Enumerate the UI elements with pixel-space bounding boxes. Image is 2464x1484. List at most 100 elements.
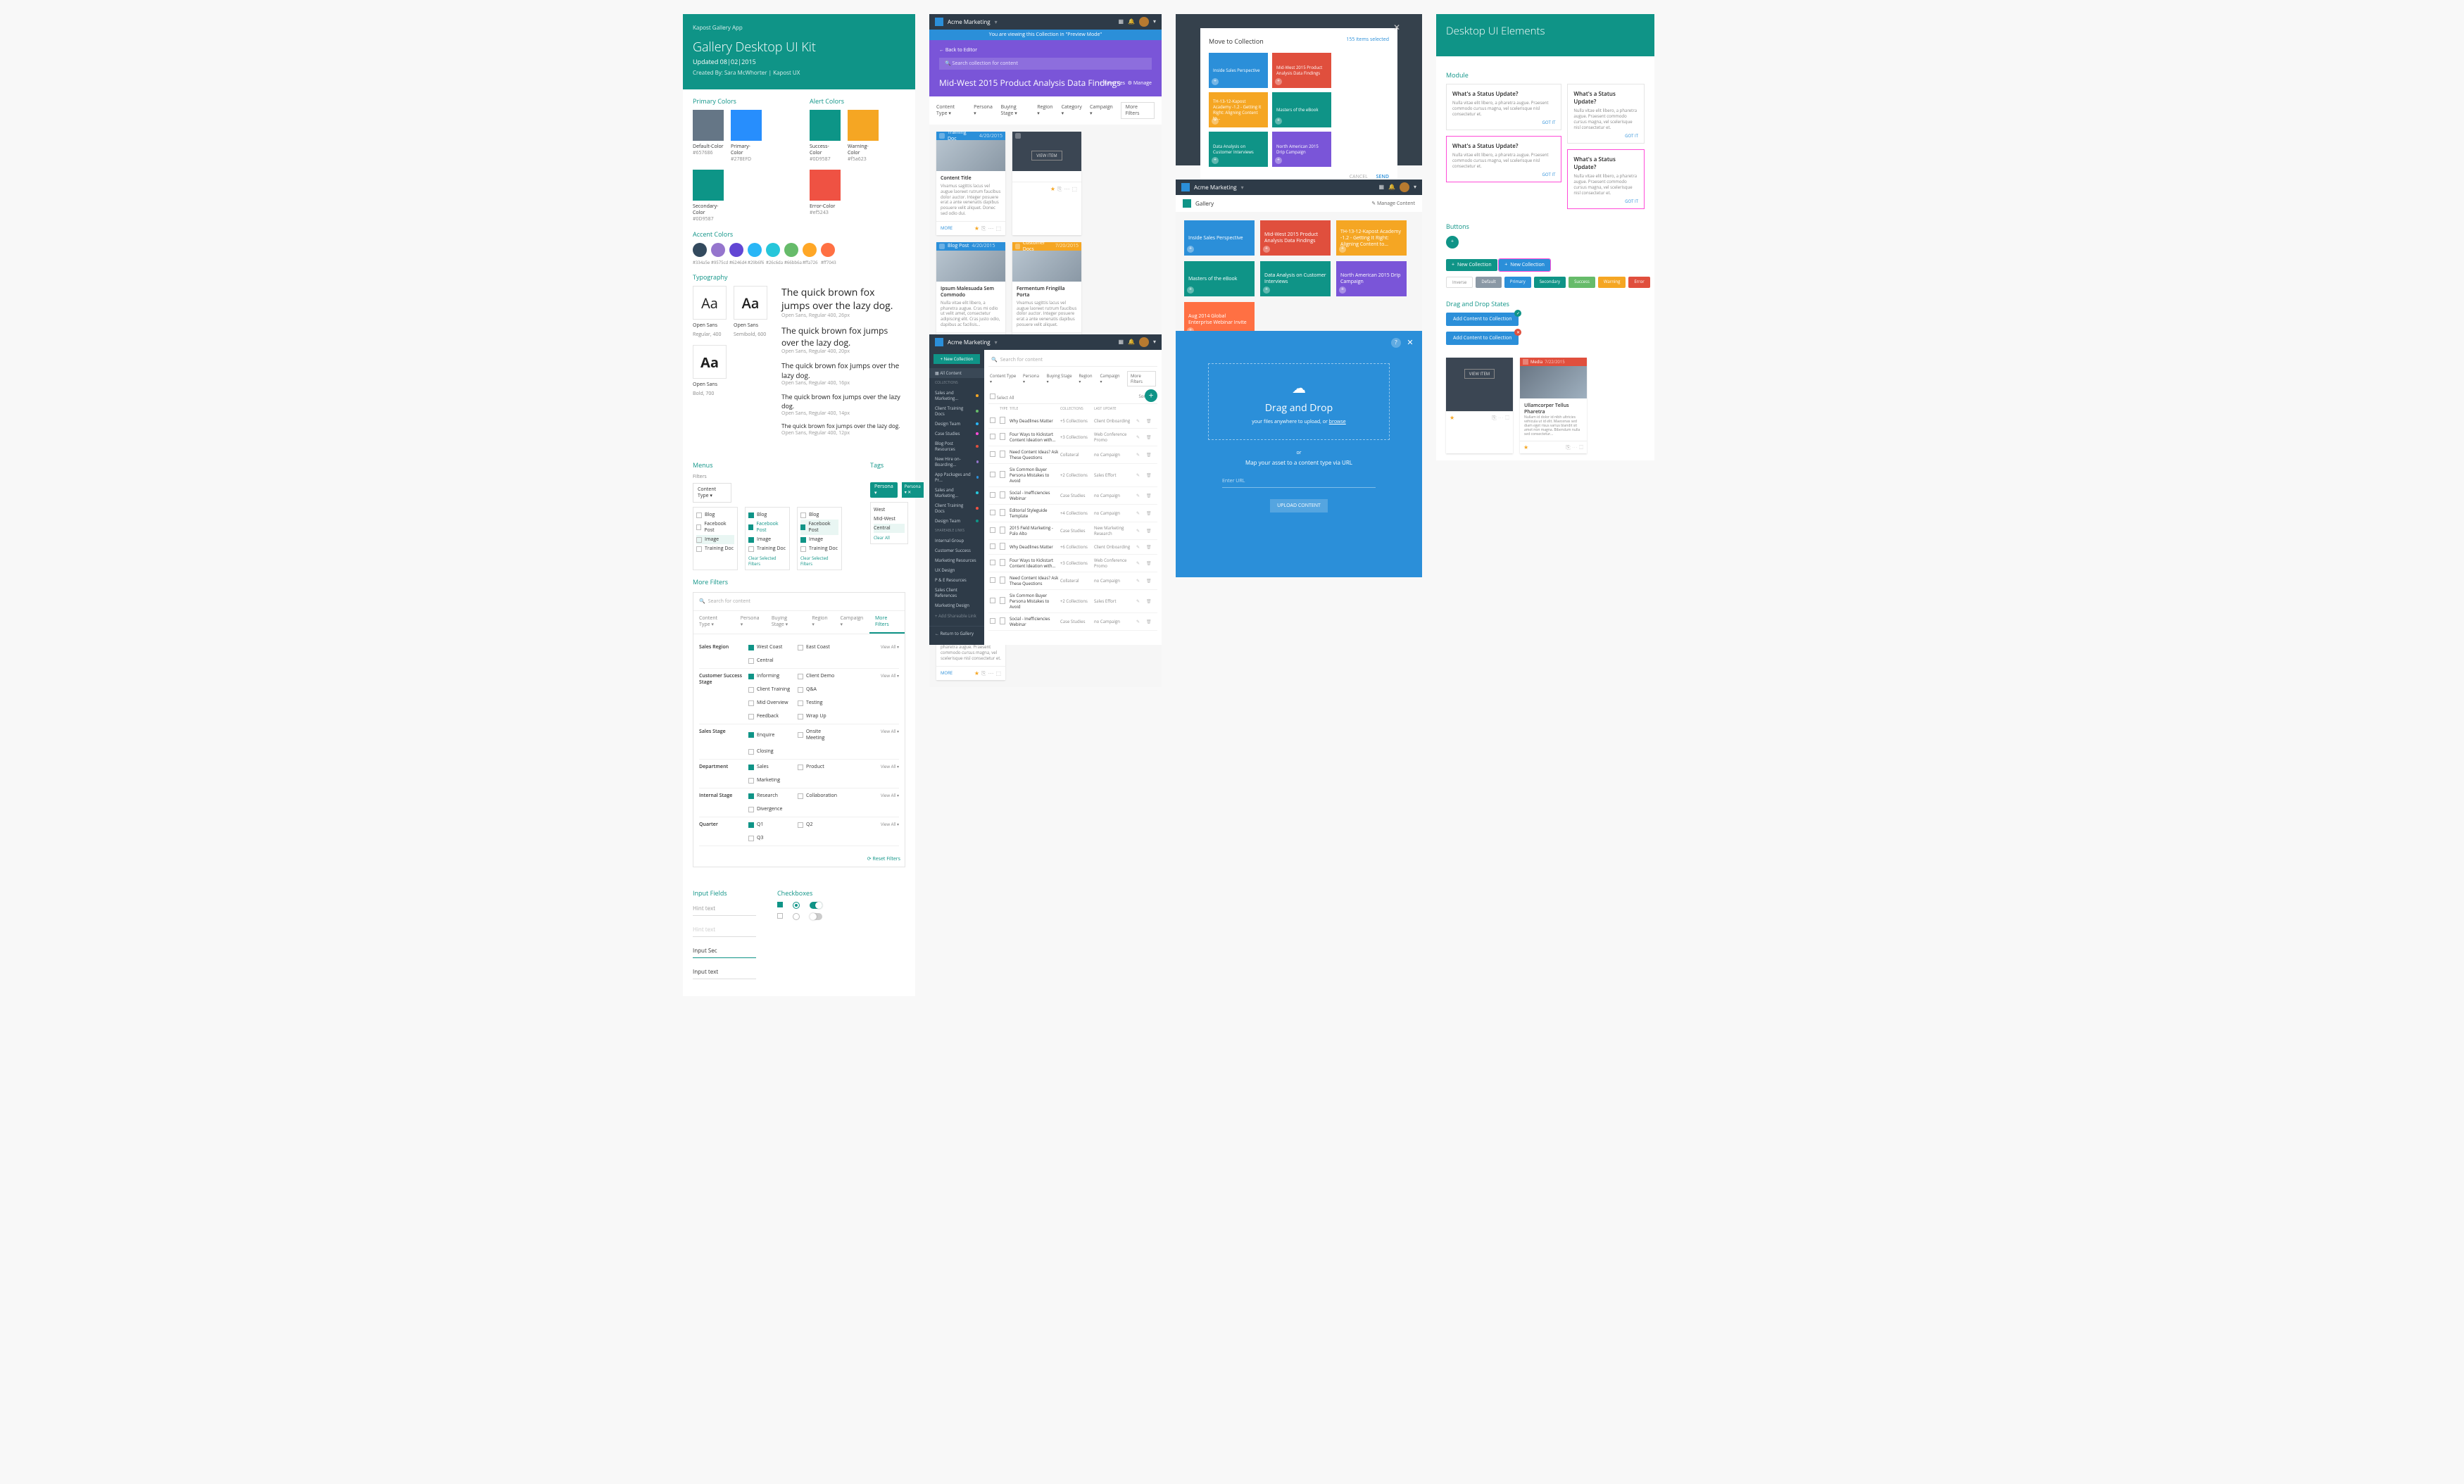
drop-zone[interactable]: ☁ Drag and Drop your files anywhere to u…	[1208, 363, 1390, 440]
input-value[interactable]: Input text	[693, 965, 756, 979]
filter-option[interactable]: Mid Overview	[748, 700, 791, 706]
collection-tile[interactable]: Mid-West 2015 Product Analysis Data Find…	[1272, 53, 1331, 88]
filter-option[interactable]: Q3	[748, 835, 791, 841]
add-fab[interactable]: +	[1145, 389, 1157, 402]
reset-filters[interactable]: ⟳ Reset Filters	[693, 852, 905, 867]
row-checkbox[interactable]	[990, 577, 995, 583]
favorites-toggle[interactable]: ☆ Favorites	[1098, 80, 1125, 87]
grid-icon[interactable]: ▦	[1118, 338, 1124, 346]
filter-tab[interactable]: Buying Stage ▾	[766, 611, 806, 634]
more-link[interactable]: MORE	[941, 225, 953, 231]
tag-persona-x[interactable]: Persona ▾ ✕	[902, 482, 924, 498]
edit-icon[interactable]: ✎	[1136, 598, 1146, 604]
table-row[interactable]: Four Ways to Kickstart Content Ideation …	[988, 555, 1157, 572]
filter-tab[interactable]: More Filters	[869, 611, 905, 634]
radio-off[interactable]	[793, 913, 800, 920]
pill-success[interactable]: Success	[1569, 277, 1595, 288]
filter-list[interactable]: Blog Facebook Post Image Training Doc	[693, 507, 738, 570]
filter-tab[interactable]: Region ▾	[806, 611, 834, 634]
table-row[interactable]: Why Deadlines Matter+5 CollectionsClient…	[988, 414, 1157, 429]
got-it-button[interactable]: GOT IT	[1542, 120, 1556, 125]
sidebar-collection[interactable]: Blog Post Resources	[929, 439, 984, 454]
content-card[interactable]: VIEW ITEM ★⎘⋯⬚	[1012, 132, 1081, 235]
dd-state-err[interactable]: Add Content to Collection✕	[1446, 332, 1519, 345]
collection-tile[interactable]: Inside Sales Perspective+	[1209, 53, 1268, 88]
filter-dropdown[interactable]: Campaign ▾	[1090, 104, 1114, 117]
table-row[interactable]: Social - Inefficiencies WebinarCase Stud…	[988, 613, 1157, 631]
content-search[interactable]: 🔍 Search for content	[988, 354, 1157, 367]
filter-option[interactable]: Closing	[748, 748, 791, 755]
sidebar-collection[interactable]: Client Training Docs	[929, 501, 984, 516]
filter-list-checked-2[interactable]: Blog Facebook Post Image Training Doc Cl…	[797, 507, 842, 570]
delete-icon[interactable]: 🗑	[1146, 510, 1156, 516]
filter-dropdown[interactable]: Region ▾	[1037, 104, 1054, 117]
add-icon[interactable]: +	[1212, 157, 1219, 164]
grid-icon[interactable]: ▦	[1118, 18, 1124, 25]
collection-tile[interactable]: TH-13-12-Kapost Academy -1.2 - Getting I…	[1209, 92, 1268, 127]
filter-dropdown[interactable]: Buying Stage ▾	[1047, 373, 1074, 384]
clear-filters[interactable]: Clear Selected Filters	[800, 555, 838, 567]
sidebar-collection[interactable]: App Packages and Pr...	[929, 470, 984, 485]
view-item-button[interactable]: VIEW ITEM	[1464, 369, 1495, 379]
delete-icon[interactable]: 🗑	[1146, 619, 1156, 624]
filter-dropdown[interactable]: Content Type ▾	[936, 104, 967, 117]
filter-tabs[interactable]: Content Type ▾Persona ▾Buying Stage ▾Reg…	[693, 610, 905, 634]
content-card[interactable]: Blog Post 4/20/2015 Ipsum Malesuada Sem …	[936, 242, 1005, 346]
manage-link[interactable]: ⚙ Manage	[1128, 80, 1152, 87]
add-icon[interactable]: +	[1339, 287, 1346, 294]
all-content[interactable]: ▦ All Content	[929, 368, 984, 378]
sidebar-collection[interactable]: Sales and Marketing...	[929, 485, 984, 501]
edit-icon[interactable]: ✎	[1136, 493, 1146, 498]
add-icon[interactable]: +	[1275, 118, 1282, 125]
sidebar-link[interactable]: Sales Client References	[929, 585, 984, 600]
add-icon[interactable]: +	[1339, 246, 1346, 253]
delete-icon[interactable]: 🗑	[1146, 598, 1156, 604]
add-icon[interactable]: +	[1212, 118, 1219, 125]
view-all[interactable]: View All ▾	[881, 729, 899, 734]
select-all[interactable]: Select All	[990, 394, 1014, 401]
filter-tab[interactable]: Campaign ▾	[835, 611, 869, 634]
sidebar-link[interactable]: Marketing Design	[929, 600, 984, 610]
edit-icon[interactable]: ✎	[1136, 452, 1146, 458]
toggle-off[interactable]	[810, 913, 822, 920]
table-row[interactable]: Editorial Styleguide Template+4 Collecti…	[988, 505, 1157, 522]
row-checkbox[interactable]	[990, 510, 995, 515]
collection-tile[interactable]: Masters of the eBook+	[1184, 261, 1255, 296]
upload-button[interactable]: UPLOAD CONTENT	[1270, 499, 1328, 513]
collection-tile[interactable]: Masters of the eBook+	[1272, 92, 1331, 127]
url-input[interactable]: Enter URL	[1222, 475, 1376, 488]
input-hint-2[interactable]: Hint text	[693, 923, 756, 937]
sidebar-collection[interactable]: Design Team	[929, 419, 984, 429]
edit-icon[interactable]: ✎	[1136, 472, 1146, 478]
browse-link[interactable]: browse	[1329, 419, 1346, 425]
new-collection-btn[interactable]: + New Collection	[1446, 259, 1497, 271]
card-action-icons[interactable]: ⎘ ⋯ ⬚	[1492, 414, 1509, 422]
sidebar-link[interactable]: Marketing Resources	[929, 555, 984, 565]
add-icon[interactable]: +	[1275, 78, 1282, 85]
add-icon[interactable]: +	[1263, 287, 1270, 294]
view-all[interactable]: View All ▾	[881, 673, 899, 679]
row-checkbox[interactable]	[990, 618, 995, 624]
filter-dropdown[interactable]: Region ▾	[1079, 373, 1094, 384]
collection-tile[interactable]: Inside Sales Perspective+	[1184, 220, 1255, 256]
row-checkbox[interactable]	[990, 451, 995, 457]
sidebar-link[interactable]: Customer Success	[929, 546, 984, 555]
collection-tile[interactable]: Data Analysis on Customer Interviews+	[1209, 132, 1268, 167]
filter-option[interactable]: Research	[748, 793, 791, 799]
card-action-icons[interactable]: ★⎘⋯⬚	[1048, 185, 1077, 193]
delete-icon[interactable]: 🗑	[1146, 578, 1156, 584]
filter-dropdown[interactable]: Category ▾	[1062, 104, 1083, 117]
view-all[interactable]: View All ▾	[881, 822, 899, 827]
pill-primary[interactable]: Primary	[1504, 277, 1531, 288]
filter-option[interactable]: Collaboration	[798, 793, 840, 799]
manage-content[interactable]: ✎ Manage Content	[1371, 201, 1415, 207]
avatar[interactable]	[1139, 17, 1149, 27]
help-icon[interactable]: ?	[1391, 338, 1401, 348]
content-card[interactable]: Customer Docs 7/20/2015 Fermentum Fringi…	[1012, 242, 1081, 346]
filter-option[interactable]: East Coast	[798, 644, 840, 650]
toggle-on[interactable]	[810, 902, 822, 909]
filter-option[interactable]: Divergence	[748, 806, 791, 812]
row-checkbox[interactable]	[990, 434, 995, 439]
filter-option[interactable]: Wrap Up	[798, 713, 840, 719]
clear-filters[interactable]: Clear Selected Filters	[748, 555, 786, 567]
